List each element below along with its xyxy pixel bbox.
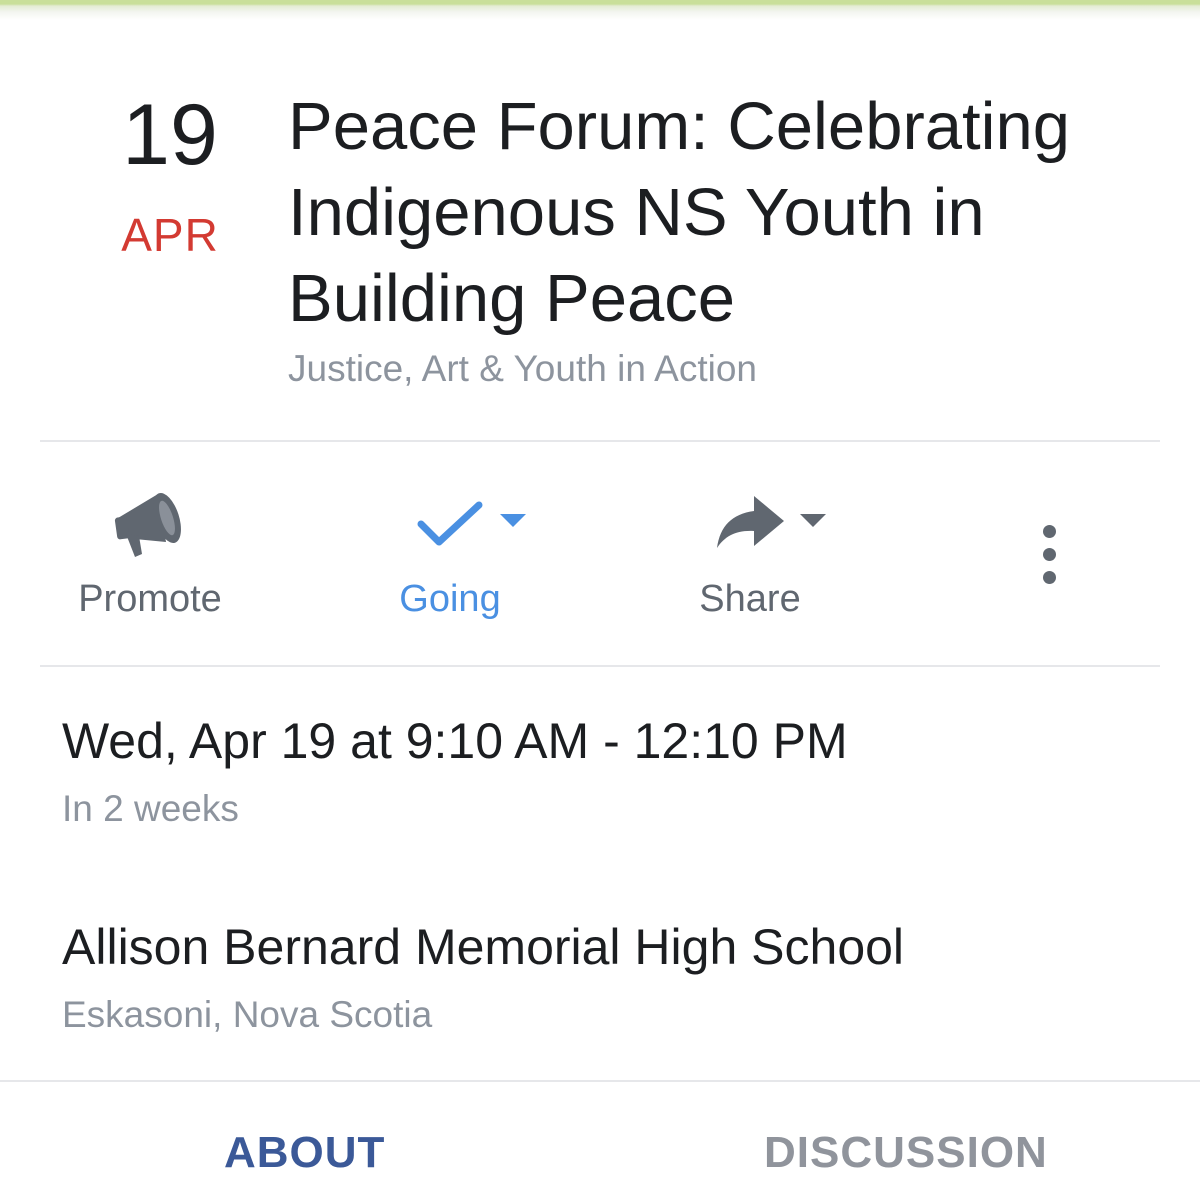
divider [40,440,1160,442]
event-date-day: 19 [122,87,218,183]
going-button[interactable]: Going [300,480,600,640]
divider [0,1080,1200,1082]
event-time-relative: In 2 weeks [62,788,239,829]
share-button[interactable]: Share [600,480,900,640]
chevron-down-icon [500,513,526,534]
top-strip [0,0,1200,20]
divider [40,665,1160,667]
tab-discussion[interactable]: DISCUSSION [764,1128,1048,1178]
event-venue[interactable]: Allison Bernard Memorial High School [62,918,904,976]
promote-label: Promote [78,578,222,620]
going-label: Going [399,578,501,620]
tab-about[interactable]: ABOUT [224,1128,385,1178]
more-dot [1043,571,1056,584]
promote-button[interactable]: Promote [0,480,300,640]
event-date-month: APR [121,209,219,261]
more-options-button[interactable] [1020,515,1080,595]
event-title: Peace Forum: Celebrating Indigenous NS Y… [288,89,1071,336]
more-dot [1043,548,1056,561]
share-label: Share [699,578,801,620]
event-location: Eskasoni, Nova Scotia [62,994,433,1035]
share-arrow-icon [716,494,786,555]
event-host[interactable]: Justice, Art & Youth in Action [288,348,757,390]
event-time[interactable]: Wed, Apr 19 at 9:10 AM - 12:10 PM [62,712,848,770]
chevron-down-icon [800,513,826,534]
more-dot [1043,525,1056,538]
checkmark-icon [416,500,484,555]
megaphone-icon [112,484,188,565]
